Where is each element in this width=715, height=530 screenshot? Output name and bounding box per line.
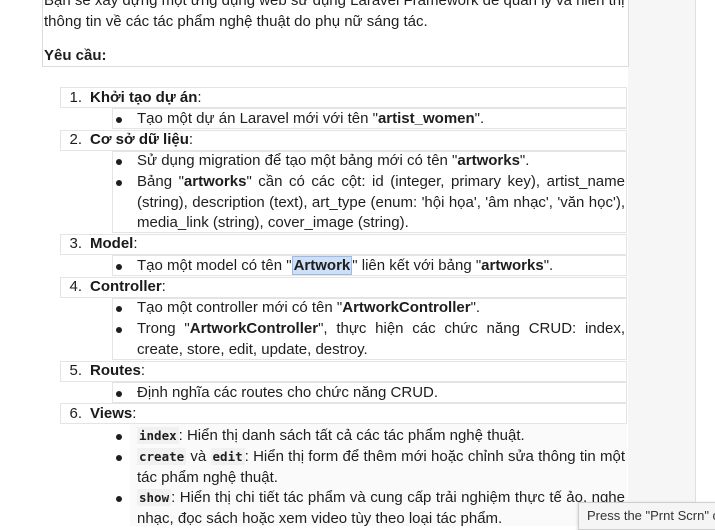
code-span: edit <box>210 448 245 465</box>
bullet-dot <box>116 264 122 270</box>
list-item-number: 2. <box>69 131 82 148</box>
list-item-heading: Cơ sở dữ liệu: <box>90 131 194 148</box>
requirements-heading: Yêu cầu: <box>44 47 107 64</box>
bullet-dot <box>116 434 122 440</box>
list-item-heading: Model: <box>90 235 138 252</box>
list-item-title: Cơ sở dữ liệu <box>90 131 189 148</box>
right-margin <box>628 0 696 526</box>
bullet-text: Định nghĩa các routes cho chức năng CRUD… <box>137 384 439 401</box>
selected-text-highlight[interactable]: Artwork <box>291 256 353 275</box>
bullet-dot <box>116 180 122 186</box>
bullet-text: Sử dụng migration để tạo một bảng mới có… <box>137 152 530 169</box>
bullet-text: show: Hiển thị chi tiết tác phẩm và cung… <box>137 489 625 527</box>
list-item-number: 1. <box>69 89 82 106</box>
bullet-text: Tạo một dự án Laravel mới với tên "artis… <box>137 110 485 127</box>
document-page: Bạn sẽ xây dựng một ứng dụng web sử dụng… <box>0 0 715 530</box>
list-item-title: Routes <box>90 362 141 379</box>
list-item-row <box>60 403 627 424</box>
bullet-text: Trong "ArtworkController", thực hiện các… <box>137 320 625 358</box>
bullet-text: index: Hiển thị danh sách tất cả các tác… <box>137 427 525 444</box>
bullet-text: Tạo một model có tên " Artwork " liên kết … <box>137 256 554 275</box>
list-item-number: 4. <box>69 278 82 295</box>
bullet-text: create và edit: Hiển thị form để thêm mớ… <box>137 448 625 486</box>
code-span: show <box>137 489 172 506</box>
bullet-dot <box>116 117 122 123</box>
list-item-heading: Views: <box>90 405 137 422</box>
list-item-heading: Routes: <box>90 362 146 379</box>
bullet-text: Tạo một controller mới có tên "ArtworkCo… <box>137 299 481 316</box>
bullet-dot <box>116 455 122 461</box>
list-item-row <box>60 234 627 255</box>
intro-paragraph: Bạn sẽ xây dựng một ứng dụng web sử dụng… <box>44 0 634 32</box>
list-item-number: 3. <box>69 235 82 252</box>
code-span: index <box>137 427 179 444</box>
list-item-title: Model <box>90 235 134 252</box>
bullet-dot <box>116 327 122 333</box>
list-item-heading: Khởi tạo dự án: <box>90 89 202 106</box>
margin-divider <box>695 0 696 526</box>
bullet-dot <box>116 306 122 312</box>
list-item-number: 5. <box>69 362 82 379</box>
list-item-title: Controller <box>90 278 162 295</box>
bullet-dot <box>116 496 122 502</box>
list-item-number: 6. <box>69 405 82 422</box>
list-item-title: Views <box>90 405 133 422</box>
list-item-row <box>60 361 627 382</box>
list-item-heading: Controller: <box>90 278 166 295</box>
bullet-dot <box>116 391 122 397</box>
bullet-text: Bảng "artworks" cần có các cột: id (inte… <box>137 173 625 231</box>
bullet-dot <box>116 159 122 165</box>
code-span: create <box>137 448 187 465</box>
list-item-title: Khởi tạo dự án <box>90 89 198 106</box>
intro-line-1: Bạn sẽ xây dựng một ứng dụng web sử dụng… <box>44 0 625 9</box>
intro-line-2: thông tin về các tác phẩm nghệ thuật do … <box>44 13 428 30</box>
